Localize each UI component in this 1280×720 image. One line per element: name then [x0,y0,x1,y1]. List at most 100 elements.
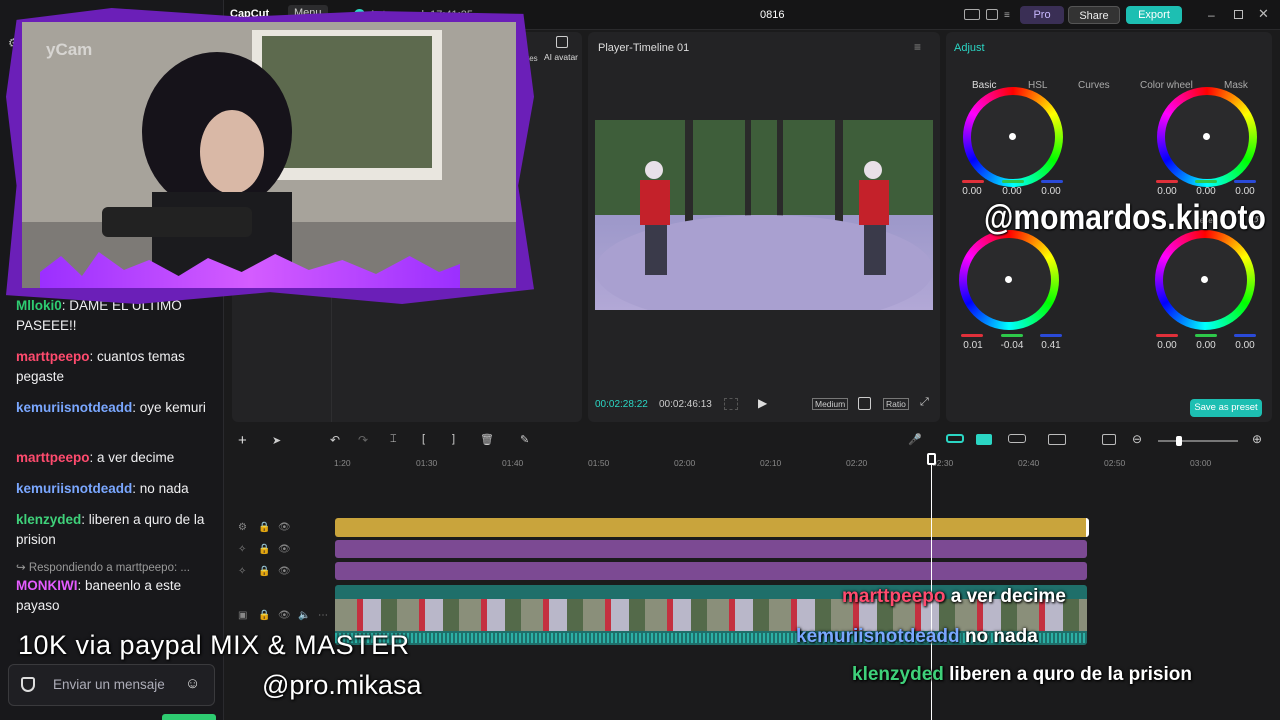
minimize-icon[interactable]: – [1208,8,1215,22]
undo-icon[interactable]: ↶ [330,433,340,447]
lock-icon[interactable]: 🔒 [258,544,270,555]
ratio-select[interactable]: Ratio [883,398,909,410]
maximize-icon[interactable] [1234,10,1243,19]
color-wheel-offset[interactable] [1155,230,1255,330]
video-preview[interactable] [595,120,933,310]
close-icon[interactable]: ✕ [1258,6,1269,22]
wheel-value[interactable]: 0.00 [1152,340,1182,351]
player-title: Player-Timeline 01 [598,42,690,54]
media-tab-ai-avatar[interactable]: AI avatar [544,52,578,62]
project-name[interactable]: 0816 [760,9,784,21]
link-main-track-icon[interactable] [946,434,964,443]
emote-icon[interactable]: ☺ [185,675,200,692]
trim-right-icon[interactable]: ] [452,433,455,445]
preview-axis-icon[interactable] [1048,434,1066,445]
effect-clip[interactable] [335,562,1087,580]
chat-message: klenzyded: liberen a quro de la prision [16,512,205,547]
playhead-handle[interactable] [927,453,936,465]
adjustment-clip[interactable] [335,518,1089,537]
wheel-value[interactable]: 0.00 [957,186,987,197]
link-icon[interactable] [1008,434,1026,443]
delete-icon[interactable]: 🗑 [480,433,494,446]
wheel-value[interactable]: 0.00 [997,186,1027,197]
save-as-preset-button[interactable]: Save as preset [1190,399,1262,417]
split-icon[interactable]: ⌶ [390,433,397,446]
wheel-value[interactable]: 0.01 [958,340,988,351]
ruler-label: 03:00 [1190,458,1212,468]
track-settings-icon[interactable]: ⚙ [238,522,247,533]
eye-icon[interactable]: 👁 [278,544,291,555]
wheel-value[interactable]: 0.00 [1230,186,1260,197]
zoom-out-icon[interactable]: ⊖ [1132,432,1142,446]
shield-icon[interactable] [21,677,35,692]
more-icon[interactable]: ⋯ [318,610,328,621]
color-wheel-midtones[interactable] [1157,87,1257,187]
select-tool-icon[interactable]: ➤ [272,434,281,447]
ruler-label: 02:20 [846,458,868,468]
timecode-grid-icon[interactable] [724,398,738,410]
lock-icon[interactable]: 🔒 [258,566,270,577]
expand-icon[interactable]: ⤢ [920,396,929,409]
zoom-slider-handle[interactable] [1176,436,1182,446]
chat-username[interactable]: marttpeepo [16,450,90,465]
chat-username[interactable]: MONKIWI [16,578,78,593]
snap-icon[interactable] [976,434,992,445]
effect-track-icon[interactable]: ✧ [238,544,246,555]
effect-clip[interactable] [335,540,1087,558]
zoom-slider[interactable] [1158,440,1238,442]
color-wheel-highlights[interactable] [959,230,1059,330]
eye-icon[interactable]: 👁 [278,610,291,621]
more-icon[interactable]: ≡ [1004,10,1010,21]
wheel-value[interactable]: -0.04 [997,340,1027,351]
caption-icon[interactable] [1102,434,1116,445]
quality-select[interactable]: Medium [812,398,849,410]
effect-track-icon[interactable]: ✧ [238,566,246,577]
chat-username[interactable]: kemuriisnotdeadd [16,481,132,496]
ruler-label: 02:40 [1018,458,1040,468]
promo-line: 10K via paypal MIX & MASTER [18,630,410,660]
chat-username[interactable]: klenzyded [16,512,81,527]
share-button[interactable]: Share [1068,6,1120,24]
wheel-value[interactable]: 0.00 [1191,186,1221,197]
pro-badge[interactable]: Pro [1020,6,1064,24]
ruler-label: 02:10 [760,458,782,468]
value-bar-green [1002,180,1024,183]
adjust-title: Adjust [954,42,985,54]
tab-basic[interactable]: Basic [972,80,996,91]
layout-icon[interactable] [964,9,980,20]
ruler-label: 01:30 [416,458,438,468]
magic-icon[interactable]: ✎ [520,433,529,446]
eye-icon[interactable]: 👁 [278,522,291,533]
player-menu-icon[interactable]: ≡ [914,40,921,54]
tab-curves[interactable]: Curves [1078,80,1110,91]
redo-icon[interactable]: ↷ [358,433,368,447]
value-bar-red [962,180,984,183]
chat-username[interactable]: kemuriisnotdeadd [16,400,132,415]
lock-icon[interactable]: 🔒 [258,522,270,533]
wheel-value[interactable]: 0.00 [1191,340,1221,351]
wheel-value[interactable]: 0.00 [1152,186,1182,197]
lock-icon[interactable]: 🔒 [258,610,270,621]
wheel-value[interactable]: 0.00 [1036,186,1066,197]
export-button[interactable]: Export [1126,6,1182,24]
microphone-icon[interactable]: 🎤 [908,433,922,446]
add-track-icon[interactable]: + [238,432,247,449]
shortcut-icon[interactable] [986,9,998,20]
tab-mask[interactable]: Mask [1224,80,1248,91]
wheel-value[interactable]: 0.00 [1230,340,1260,351]
chat-input[interactable]: Enviar un mensaje ☺ [8,664,215,706]
chat-send-button[interactable] [162,714,216,720]
chat-username[interactable]: marttpeepo [16,349,90,364]
wheel-value[interactable]: 0.41 [1036,340,1066,351]
chat-username[interactable]: Mlloki0 [16,298,62,313]
audio-icon[interactable]: 🔈 [298,610,310,621]
play-icon[interactable]: ▶ [758,396,767,410]
color-wheel-shadows[interactable] [963,87,1063,187]
caption-line: kemuriisnotdeadd no nada [796,626,1038,648]
trim-left-icon[interactable]: [ [422,433,425,445]
video-track-icon[interactable]: ▣ [238,610,247,621]
eye-icon[interactable]: 👁 [278,566,291,577]
fullscreen-crop-icon[interactable] [858,397,871,410]
tab-color-wheel[interactable]: Color wheel [1140,80,1193,91]
zoom-in-icon[interactable]: ⊕ [1252,432,1262,446]
